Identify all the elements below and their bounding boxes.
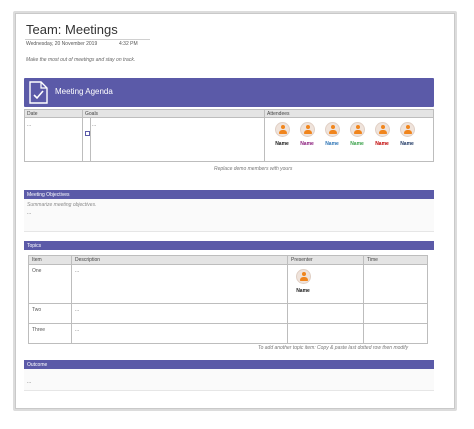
column-divider [71, 256, 72, 343]
banner-title: Meeting Agenda [55, 87, 113, 96]
objectives-header: Meeting Objectives [24, 190, 434, 199]
column-divider [363, 256, 364, 343]
outcome-value[interactable]: ... [27, 379, 31, 385]
attendee[interactable]: Name [295, 122, 319, 147]
topic-description[interactable]: ... [75, 268, 79, 274]
page-date: Wednesday, 20 November 2019 [26, 41, 98, 47]
note-page: Team: Meetings Wednesday, 20 November 20… [15, 13, 455, 409]
attendee[interactable]: Name [370, 122, 394, 147]
attendee-name: Name [400, 141, 414, 147]
topic-description[interactable]: ... [75, 327, 79, 333]
goals-header: Goals [85, 111, 99, 117]
row-divider [29, 323, 427, 324]
column-divider [90, 118, 91, 162]
attendee[interactable]: Name [395, 122, 419, 147]
date-cell[interactable]: ... [27, 122, 31, 128]
person-icon [324, 122, 340, 137]
agenda-banner: Meeting Agenda [24, 78, 434, 107]
title-underline [25, 39, 150, 40]
goals-cell[interactable]: ... [92, 122, 96, 128]
item-header: Item [32, 257, 42, 263]
column-divider [264, 109, 265, 162]
page-time: 4:32 PM [119, 41, 138, 47]
page-title[interactable]: Team: Meetings [26, 22, 118, 37]
attendee[interactable]: Name [270, 122, 294, 147]
outcome-box[interactable]: ... [24, 369, 434, 391]
clipboard-check-icon [29, 81, 48, 104]
attendee-name: Name [300, 141, 314, 147]
topic-description[interactable]: ... [75, 307, 79, 313]
topics-header-bar: Topics [24, 241, 434, 250]
agenda-table: Date Goals Attendees ... ... Name Name N… [24, 109, 434, 162]
attendee[interactable]: Name [320, 122, 344, 147]
agenda-table-header: Date Goals Attendees [24, 109, 434, 118]
attendee-name: Name [275, 141, 289, 147]
attendee[interactable]: Name [345, 122, 369, 147]
topics-title: Topics [27, 242, 42, 249]
topic-item[interactable]: One [32, 268, 41, 274]
objectives-value[interactable]: ... [27, 210, 31, 216]
topics-table: Item Description Presenter Time One ... … [28, 255, 428, 344]
person-icon [295, 269, 311, 284]
person-icon [374, 122, 390, 137]
presenter-header: Presenter [291, 257, 313, 263]
person-icon [299, 122, 315, 137]
topics-caption: To add another topic item: Copy & paste … [258, 345, 409, 351]
topic-presenter[interactable]: Name [291, 269, 315, 294]
date-header: Date [27, 111, 38, 117]
description-header: Description [75, 257, 101, 263]
page-subtitle[interactable]: Make the most out of meetings and stay o… [26, 57, 135, 63]
attendees-caption: Replace demo members with yours [214, 166, 293, 172]
attendee-name: Name [375, 141, 389, 147]
column-divider [82, 109, 83, 162]
attendee-name: Name [325, 141, 339, 147]
attendees-header: Attendees [267, 111, 290, 117]
outcome-header: Outcome [24, 360, 434, 369]
objectives-placeholder: Summarize meeting objectives. [27, 202, 97, 208]
objectives-title: Meeting Objectives [27, 191, 70, 198]
column-divider [287, 256, 288, 343]
row-divider [29, 303, 427, 304]
presenter-name: Name [296, 288, 310, 294]
topic-item[interactable]: Two [32, 307, 41, 313]
topic-item[interactable]: Three [32, 327, 45, 333]
person-icon [349, 122, 365, 137]
time-header: Time [367, 257, 378, 263]
objectives-box[interactable]: Summarize meeting objectives. ... [24, 199, 434, 232]
person-icon [274, 122, 290, 137]
person-icon [399, 122, 415, 137]
topics-table-header: Item Description Presenter Time [29, 256, 427, 265]
outcome-title: Outcome [27, 361, 48, 368]
attendee-name: Name [350, 141, 364, 147]
